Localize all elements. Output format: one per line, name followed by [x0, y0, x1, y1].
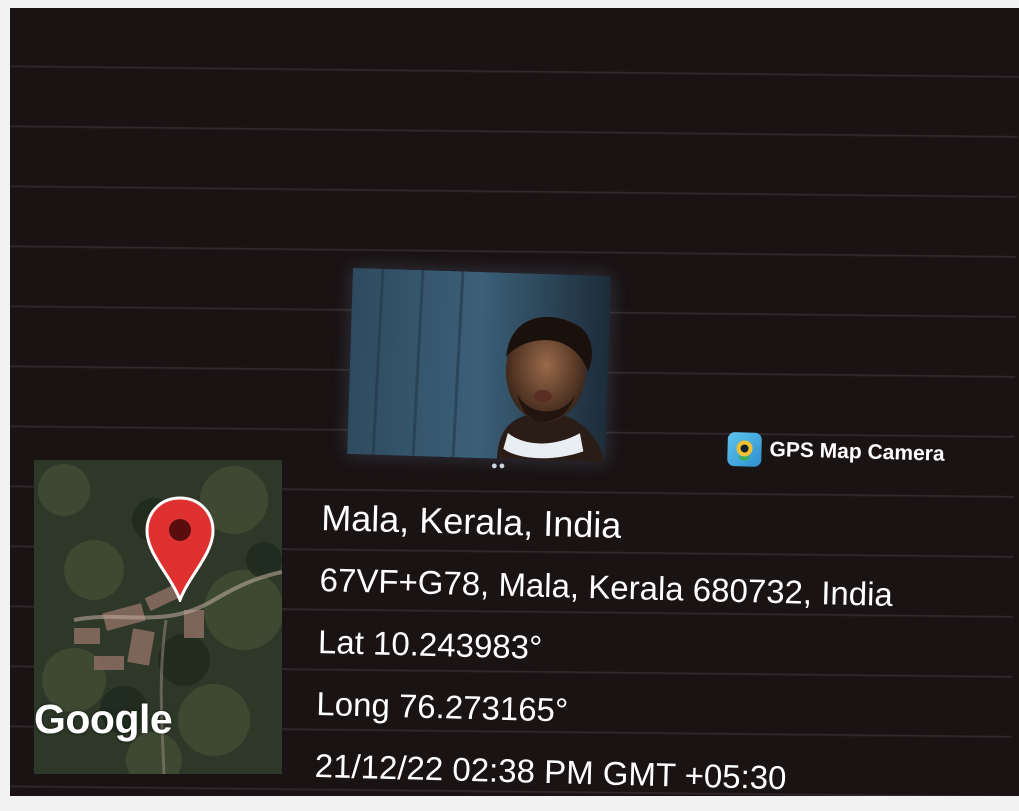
tv-scene-graphic — [347, 267, 611, 463]
location-info-panel: Mala, Kerala, India 67VF+G78, Mala, Kera… — [314, 492, 895, 796]
tv-stand-indicator: ●● — [491, 460, 507, 472]
location-pin-icon — [144, 496, 216, 607]
app-badge: GPS Map Camera — [727, 432, 945, 472]
google-attribution: Google — [34, 696, 173, 742]
geotagged-photo: ●● Google GPS Map Camera Mala, Kerala, I… — [10, 8, 1019, 796]
map-thumbnail: Google — [34, 460, 282, 774]
app-badge-label: GPS Map Camera — [769, 438, 945, 466]
gps-map-camera-app-icon — [727, 432, 762, 467]
tv-screen-image — [347, 267, 611, 463]
